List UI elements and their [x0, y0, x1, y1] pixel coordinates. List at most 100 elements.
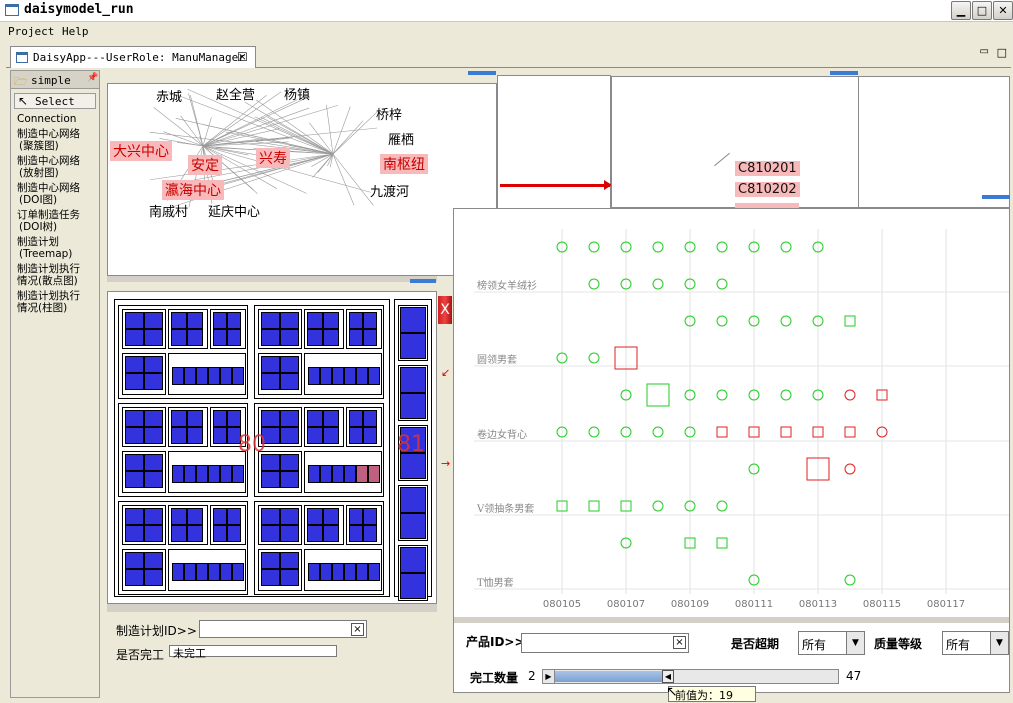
treemap-cell[interactable] [144, 552, 163, 569]
treemap-cell[interactable] [323, 508, 339, 525]
product-id-input[interactable]: × [521, 633, 689, 653]
treemap-cell[interactable] [232, 465, 244, 483]
view-maximize-icon[interactable]: □ [997, 46, 1007, 59]
treemap-cell[interactable] [280, 471, 299, 488]
treemap-cell[interactable] [125, 525, 144, 542]
treemap-cell[interactable] [261, 410, 280, 427]
treemap-cell[interactable] [356, 367, 368, 385]
palette-item[interactable]: (聚簇图) [11, 140, 99, 152]
treemap-cell[interactable] [187, 525, 203, 542]
pin-icon[interactable]: 📌 [87, 73, 98, 83]
treemap-cell[interactable] [213, 329, 227, 346]
panel-resize-handle[interactable] [468, 71, 496, 75]
treemap-cell[interactable] [400, 333, 426, 359]
treemap-cell[interactable] [187, 410, 203, 427]
clear-plan-id-icon[interactable]: × [351, 623, 364, 636]
treemap-cell[interactable] [349, 427, 363, 444]
scatter-panel[interactable]: 榜领女羊绒衫 圆领男套 卷边女背心 V领抽条男套 T恤男套 080105 080107 08… [453, 208, 1010, 693]
treemap-cell[interactable] [280, 508, 299, 525]
overdue-dropdown[interactable]: 所有 ▼ [798, 631, 865, 655]
treemap-cell[interactable] [323, 427, 339, 444]
treemap-cell[interactable] [227, 312, 241, 329]
network-panel-scrollbar[interactable] [107, 276, 437, 282]
treemap-cell[interactable] [171, 427, 187, 444]
node-yangzhen[interactable]: 杨镇 [284, 84, 310, 103]
palette-item[interactable]: 订单制造任务 [11, 209, 99, 221]
treemap-cell[interactable] [320, 563, 332, 581]
treemap-cell[interactable] [144, 356, 163, 373]
count-slider[interactable]: ▶ ◀ [542, 669, 839, 684]
treemap-cell[interactable] [171, 508, 187, 525]
palette-item[interactable]: 制造计划执行 [11, 263, 99, 275]
palette-item[interactable]: (放射图) [11, 167, 99, 179]
treemap-cell[interactable] [125, 427, 144, 444]
treemap-cell[interactable] [232, 563, 244, 581]
treemap-cell[interactable] [280, 569, 299, 586]
doi-right-resize-handle[interactable] [982, 195, 1010, 199]
treemap-cell[interactable] [171, 329, 187, 346]
palette-header[interactable]: 🗁 simple 📌 [11, 71, 99, 89]
treemap-cell[interactable] [349, 312, 363, 329]
treemap-cell[interactable] [344, 465, 356, 483]
treemap-cell[interactable] [261, 471, 280, 488]
treemap-cell[interactable] [307, 329, 323, 346]
treemap-cell[interactable] [227, 329, 241, 346]
treemap-cell[interactable] [356, 563, 368, 581]
treemap-cell[interactable] [323, 329, 339, 346]
select-tool[interactable]: ↖ Select [14, 93, 96, 109]
treemap-cell[interactable] [171, 312, 187, 329]
treemap-cell[interactable] [280, 410, 299, 427]
treemap-cell[interactable] [400, 393, 426, 419]
treemap-cell[interactable] [208, 367, 220, 385]
palette-item[interactable]: (Treemap) [11, 248, 99, 260]
treemap-cell[interactable] [220, 465, 232, 483]
treemap-cell[interactable] [363, 508, 377, 525]
palette-item[interactable]: 制造中心网络 [11, 128, 99, 140]
maximize-button[interactable]: □ [972, 1, 992, 20]
treemap-cell[interactable] [400, 547, 426, 573]
treemap-cell[interactable] [363, 329, 377, 346]
palette-item[interactable]: (DOI树) [11, 221, 99, 233]
treemap-cell[interactable] [227, 508, 241, 525]
treemap-cell[interactable] [280, 525, 299, 542]
treemap-cell[interactable] [323, 525, 339, 542]
treemap-cell[interactable] [184, 465, 196, 483]
treemap-cell[interactable] [307, 312, 323, 329]
plan-id-input[interactable]: × [199, 620, 367, 638]
treemap-cell[interactable] [261, 569, 280, 586]
treemap-cell[interactable] [308, 465, 320, 483]
treemap-cell[interactable] [308, 367, 320, 385]
treemap-cell[interactable] [171, 525, 187, 542]
node-jiuduhe[interactable]: 九渡河 [370, 181, 409, 200]
palette-item[interactable]: 制造中心网络 [11, 155, 99, 167]
treemap-scrollbar[interactable] [107, 604, 437, 612]
node-nanqi[interactable]: 南戚村 [149, 201, 188, 220]
minimize-button[interactable]: ▁ [951, 1, 971, 20]
treemap-cell[interactable] [144, 508, 163, 525]
completed-dropdown[interactable]: 未完工 [169, 645, 337, 660]
node-chicheng[interactable]: 赤城 [156, 86, 182, 105]
treemap-cell[interactable] [144, 312, 163, 329]
treemap-cell[interactable] [280, 312, 299, 329]
treemap-cell[interactable] [196, 465, 208, 483]
treemap-cell[interactable] [349, 410, 363, 427]
node-daxing[interactable]: 大兴中心 [110, 141, 172, 161]
treemap-cell[interactable] [261, 312, 280, 329]
treemap-cell[interactable] [356, 465, 368, 483]
treemap-cell[interactable] [307, 508, 323, 525]
treemap-cell[interactable] [208, 465, 220, 483]
treemap-cell[interactable] [368, 563, 380, 581]
treemap-resize-handle[interactable] [410, 279, 436, 283]
node-nanshuniu[interactable]: 南枢纽 [380, 154, 428, 174]
palette-item[interactable]: 制造中心网络 [11, 182, 99, 194]
treemap-cell[interactable] [307, 427, 323, 444]
treemap-cell[interactable] [125, 410, 144, 427]
treemap-cell[interactable] [307, 410, 323, 427]
treemap-cell[interactable] [368, 367, 380, 385]
treemap-cell[interactable] [320, 367, 332, 385]
treemap-cell[interactable] [349, 329, 363, 346]
palette-item[interactable]: 情况(柱图) [11, 302, 99, 314]
treemap-cell[interactable] [144, 329, 163, 346]
treemap-cell[interactable] [125, 552, 144, 569]
treemap-cell[interactable] [196, 563, 208, 581]
